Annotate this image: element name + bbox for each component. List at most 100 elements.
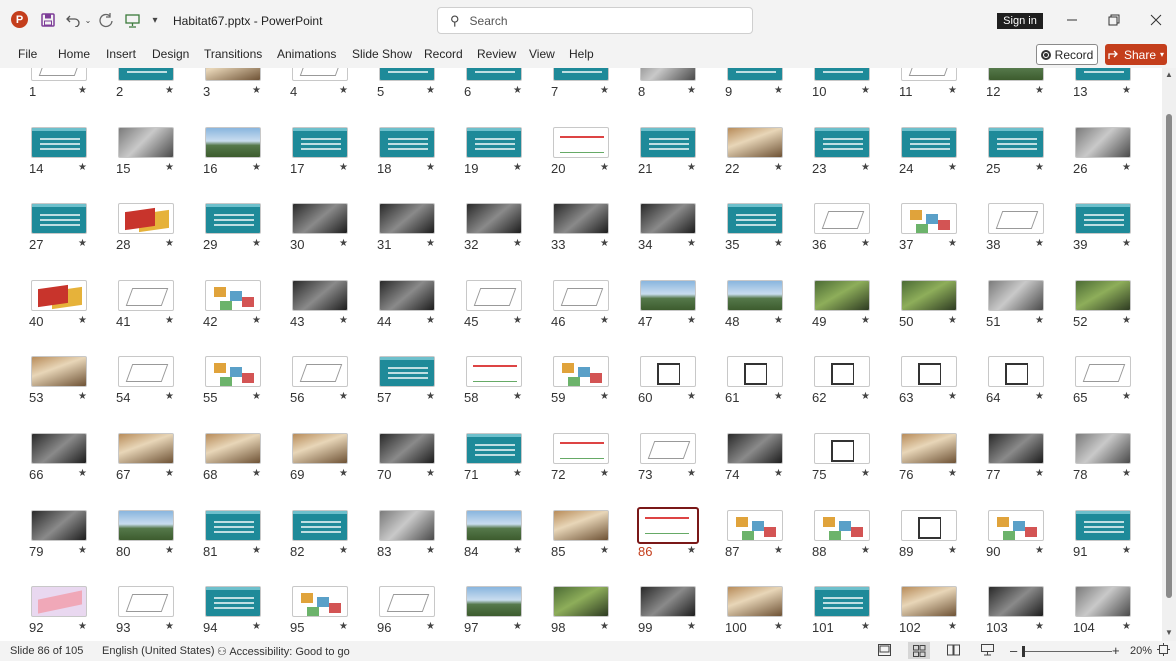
slide-thumbnail[interactable] — [118, 203, 174, 234]
slide-thumbnail[interactable] — [292, 203, 348, 234]
slide-thumbnail[interactable] — [31, 433, 87, 464]
present-icon[interactable] — [124, 12, 140, 28]
slide-thumbnail[interactable] — [31, 356, 87, 387]
zoom-out-button[interactable]: – — [1010, 643, 1017, 658]
slide-thumbnail[interactable] — [379, 127, 435, 158]
animation-star-icon[interactable]: ★ — [339, 545, 348, 556]
animation-star-icon[interactable]: ★ — [513, 468, 522, 479]
slide-thumbnail[interactable] — [1075, 586, 1131, 617]
save-icon[interactable] — [40, 12, 56, 28]
slide-thumbnail[interactable] — [814, 510, 870, 541]
tab-view[interactable]: View — [529, 47, 555, 61]
slide-thumbnail[interactable] — [118, 280, 174, 311]
slide-thumbnail[interactable] — [553, 68, 609, 81]
animation-star-icon[interactable]: ★ — [774, 238, 783, 249]
scrollbar-thumb[interactable] — [1166, 114, 1172, 598]
slide-thumbnail[interactable] — [379, 510, 435, 541]
animation-star-icon[interactable]: ★ — [1035, 545, 1044, 556]
animation-star-icon[interactable]: ★ — [426, 85, 435, 96]
slide-thumbnail[interactable] — [118, 510, 174, 541]
slide-thumbnail[interactable] — [1075, 203, 1131, 234]
selected-slide-thumbnail[interactable] — [637, 507, 699, 544]
slide-thumbnail[interactable] — [118, 586, 174, 617]
animation-star-icon[interactable]: ★ — [252, 391, 261, 402]
animation-star-icon[interactable]: ★ — [1035, 621, 1044, 632]
animation-star-icon[interactable]: ★ — [861, 545, 870, 556]
animation-star-icon[interactable]: ★ — [1035, 85, 1044, 96]
undo-icon[interactable] — [64, 12, 82, 28]
animation-star-icon[interactable]: ★ — [339, 238, 348, 249]
animation-star-icon[interactable]: ★ — [513, 545, 522, 556]
animation-star-icon[interactable]: ★ — [774, 391, 783, 402]
slide-thumbnail[interactable] — [31, 127, 87, 158]
slide-thumbnail[interactable] — [292, 586, 348, 617]
animation-star-icon[interactable]: ★ — [1122, 545, 1131, 556]
animation-star-icon[interactable]: ★ — [426, 391, 435, 402]
animation-star-icon[interactable]: ★ — [165, 545, 174, 556]
slide-thumbnail[interactable] — [379, 203, 435, 234]
animation-star-icon[interactable]: ★ — [339, 85, 348, 96]
animation-star-icon[interactable]: ★ — [165, 162, 174, 173]
animation-star-icon[interactable]: ★ — [948, 162, 957, 173]
zoom-slider[interactable] — [1022, 651, 1112, 652]
animation-star-icon[interactable]: ★ — [252, 468, 261, 479]
slide-thumbnail[interactable] — [553, 280, 609, 311]
slide-thumbnail[interactable] — [814, 68, 870, 81]
slide-thumbnail[interactable] — [640, 68, 696, 81]
animation-star-icon[interactable]: ★ — [426, 621, 435, 632]
animation-star-icon[interactable]: ★ — [861, 162, 870, 173]
animation-star-icon[interactable]: ★ — [78, 162, 87, 173]
tab-home[interactable]: Home — [58, 47, 90, 61]
slide-thumbnail[interactable] — [205, 356, 261, 387]
slide-thumbnail[interactable] — [988, 68, 1044, 81]
slide-thumbnail[interactable] — [1075, 68, 1131, 81]
slide-thumbnail[interactable] — [553, 510, 609, 541]
animation-star-icon[interactable]: ★ — [600, 315, 609, 326]
animation-star-icon[interactable]: ★ — [513, 85, 522, 96]
animation-star-icon[interactable]: ★ — [1122, 391, 1131, 402]
language-indicator[interactable]: English (United States) — [102, 645, 215, 657]
animation-star-icon[interactable]: ★ — [861, 85, 870, 96]
animation-star-icon[interactable]: ★ — [1035, 162, 1044, 173]
slide-thumbnail[interactable] — [901, 586, 957, 617]
animation-star-icon[interactable]: ★ — [78, 238, 87, 249]
animation-star-icon[interactable]: ★ — [426, 315, 435, 326]
slide-thumbnail[interactable] — [814, 433, 870, 464]
animation-star-icon[interactable]: ★ — [687, 391, 696, 402]
animation-star-icon[interactable]: ★ — [339, 621, 348, 632]
slide-thumbnail[interactable] — [988, 510, 1044, 541]
tab-design[interactable]: Design — [152, 47, 189, 61]
slide-thumbnail[interactable] — [553, 586, 609, 617]
animation-star-icon[interactable]: ★ — [861, 315, 870, 326]
animation-star-icon[interactable]: ★ — [252, 315, 261, 326]
animation-star-icon[interactable]: ★ — [1035, 315, 1044, 326]
reading-view-icon[interactable] — [947, 644, 960, 659]
slide-thumbnail[interactable] — [118, 433, 174, 464]
animation-star-icon[interactable]: ★ — [513, 315, 522, 326]
slide-thumbnail[interactable] — [727, 356, 783, 387]
slide-thumbnail[interactable] — [466, 586, 522, 617]
animation-star-icon[interactable]: ★ — [1122, 162, 1131, 173]
slide-thumbnail[interactable] — [814, 280, 870, 311]
tab-file[interactable]: File — [18, 47, 37, 61]
slide-thumbnail[interactable] — [1075, 280, 1131, 311]
animation-star-icon[interactable]: ★ — [774, 621, 783, 632]
animation-star-icon[interactable]: ★ — [861, 621, 870, 632]
slide-thumbnail[interactable] — [205, 433, 261, 464]
slide-thumbnail[interactable] — [901, 510, 957, 541]
animation-star-icon[interactable]: ★ — [687, 621, 696, 632]
animation-star-icon[interactable]: ★ — [426, 238, 435, 249]
animation-star-icon[interactable]: ★ — [948, 621, 957, 632]
fit-to-window-icon[interactable] — [1157, 643, 1170, 659]
slide-thumbnail[interactable] — [553, 203, 609, 234]
animation-star-icon[interactable]: ★ — [600, 391, 609, 402]
animation-star-icon[interactable]: ★ — [252, 238, 261, 249]
slide-thumbnail[interactable] — [1075, 356, 1131, 387]
animation-star-icon[interactable]: ★ — [165, 391, 174, 402]
zoom-in-button[interactable]: + — [1112, 643, 1120, 658]
slide-thumbnail[interactable] — [379, 356, 435, 387]
scroll-down-icon[interactable]: ▼ — [1165, 628, 1173, 637]
minimize-icon[interactable] — [1062, 12, 1082, 28]
animation-star-icon[interactable]: ★ — [513, 238, 522, 249]
tab-slide-show[interactable]: Slide Show — [352, 47, 412, 61]
